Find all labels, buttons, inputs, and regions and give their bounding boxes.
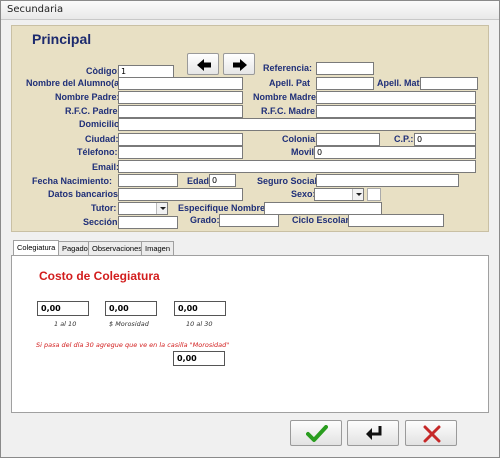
movil-label: Movil [291, 147, 315, 157]
next-record-button[interactable] [223, 53, 255, 75]
rfc-padre-label: R.F.C. Padre: [65, 106, 121, 116]
chevron-down-icon [156, 203, 167, 214]
apell-mat-label: Apell. Mat [377, 78, 420, 88]
colegiatura-title: Costo de Colegiatura [39, 269, 160, 283]
arrow-right-icon [233, 59, 247, 71]
apell-pat-label: Apell. Pat [269, 78, 311, 88]
colegiatura-panel: Costo de Colegiatura 0,00 1 al 10 0,00 $… [11, 255, 489, 413]
return-icon [366, 426, 382, 440]
nombre-madre-label: Nombre Madre [253, 92, 317, 102]
datos-bancarios-field[interactable] [118, 188, 243, 201]
fecha-nacimiento-field[interactable] [118, 174, 178, 187]
nombre-padre-field[interactable] [118, 91, 243, 104]
ciclo-escolar-field[interactable] [348, 214, 444, 227]
cuota-10-al-30-field[interactable]: 0,00 [174, 301, 226, 316]
fecha-nacimiento-label: Fecha Nacimiento: [32, 176, 113, 186]
ciclo-escolar-label: Ciclo Escolar: [292, 215, 353, 225]
cuota-1-al-10-caption: 1 al 10 [54, 320, 77, 328]
nombre-alumno-field[interactable] [118, 77, 243, 90]
chevron-down-icon [352, 189, 363, 200]
title-bar: Secundaria [1, 1, 499, 20]
colonia-label: Colonia: [282, 134, 318, 144]
sexo-select[interactable] [314, 188, 364, 201]
nombre-padre-label: Nombre Padre: [55, 92, 120, 102]
referencia-label: Referencia: [263, 63, 313, 73]
tab-colegiatura[interactable]: Colegiatura [13, 240, 60, 256]
especifique-nombre-label: Especifique Nombre: [178, 203, 269, 213]
checkmark-icon [306, 425, 328, 442]
email-label: Email: [92, 162, 120, 172]
seccion-label: Sección: [83, 217, 121, 227]
domicilio-field[interactable] [118, 118, 476, 131]
rfc-madre-field[interactable] [316, 105, 476, 118]
cuota-10-al-30-caption: 10 al 30 [186, 320, 213, 328]
grado-label: Grado: [190, 215, 220, 225]
movil-field[interactable]: 0 [314, 146, 476, 159]
tab-observaciones[interactable]: Observaciones [88, 241, 147, 255]
telefono-label: Télefono: [77, 147, 118, 157]
window-title: Secundaria [7, 4, 64, 15]
apell-pat-field[interactable] [316, 77, 374, 90]
rfc-madre-label: R.F.C. Madre: [261, 106, 319, 116]
nombre-alumno-label: Nombre del Alumno(a) [26, 78, 123, 88]
morosidad-caption: $ Morosidad [109, 320, 149, 328]
sexo-label: Sexo: [291, 189, 316, 199]
edad-field[interactable]: 0 [209, 174, 236, 187]
ciudad-label: Ciudad: [85, 134, 119, 144]
sexo-extra-field[interactable] [367, 188, 381, 201]
tutor-select[interactable] [118, 202, 168, 215]
rfc-padre-field[interactable] [118, 105, 243, 118]
tutor-label: Tutor: [91, 203, 117, 213]
codigo-label: Còdigo: [86, 66, 120, 76]
section-title: Principal [32, 31, 92, 47]
grado-field[interactable] [219, 214, 279, 227]
recargo-field[interactable]: 0,00 [173, 351, 225, 366]
nombre-madre-field[interactable] [316, 91, 476, 104]
domicilio-label: Domicilio: [79, 119, 123, 129]
ciudad-field[interactable] [118, 133, 243, 146]
referencia-field[interactable] [316, 62, 374, 75]
principal-panel: Principal Còdigo: 1 Referencia: Nombre d… [11, 25, 489, 232]
close-icon [423, 425, 441, 443]
apell-mat-field[interactable] [420, 77, 478, 90]
tab-imagen[interactable]: Imagen [141, 241, 175, 255]
cancel-button[interactable] [405, 420, 457, 446]
tab-pagado[interactable]: Pagado [58, 241, 92, 255]
return-button[interactable] [347, 420, 399, 446]
morosidad-field[interactable]: 0,00 [105, 301, 157, 316]
datos-bancarios-label: Datos bancarios: [48, 189, 122, 199]
previous-record-button[interactable] [187, 53, 219, 75]
seccion-field[interactable] [118, 216, 178, 229]
tab-strip: Colegiatura Pagado Observaciones Imagen [11, 240, 489, 256]
telefono-field[interactable] [118, 146, 243, 159]
app-window: Secundaria Principal Còdigo: 1 Referenci… [0, 0, 500, 458]
seguro-social-field[interactable] [316, 174, 459, 187]
morosidad-note: Si pasa del día 30 agregue que ve en la … [36, 341, 230, 349]
arrow-left-icon [197, 59, 211, 71]
cuota-1-al-10-field[interactable]: 0,00 [37, 301, 89, 316]
seguro-social-label: Seguro Social: [257, 176, 321, 186]
colonia-field[interactable] [316, 133, 380, 146]
email-field[interactable] [118, 160, 476, 173]
cp-label: C.P.: [394, 134, 414, 144]
cp-field[interactable]: 0 [414, 133, 476, 146]
accept-button[interactable] [290, 420, 342, 446]
